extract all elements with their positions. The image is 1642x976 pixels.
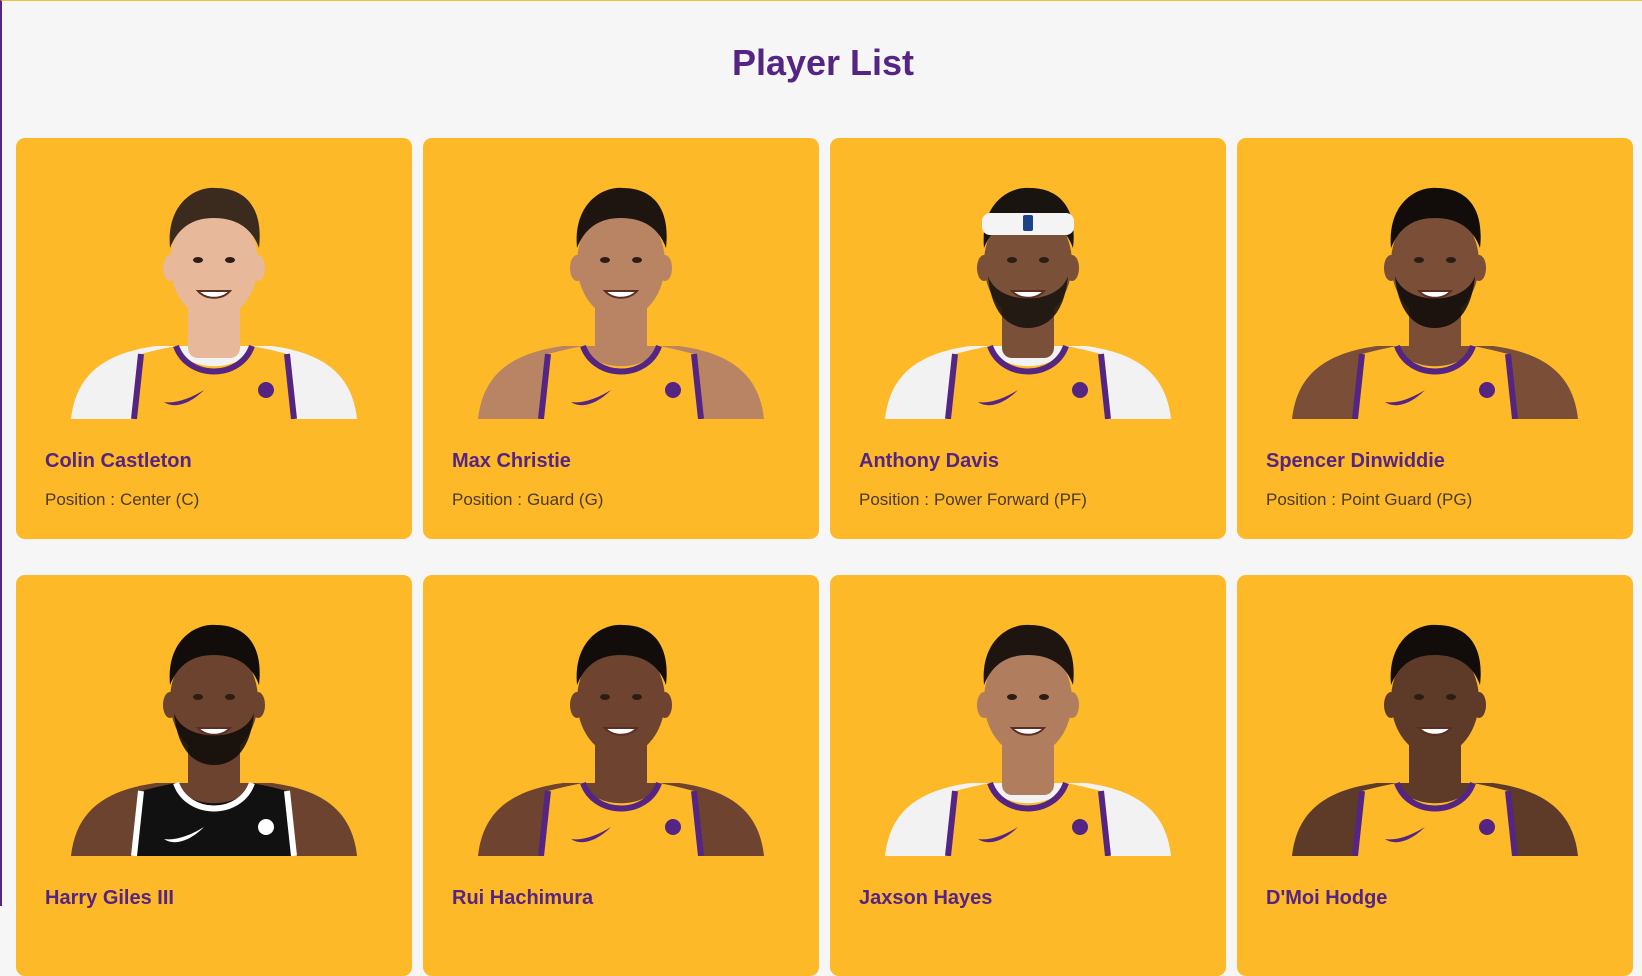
page: Player List Colin Castleton Position : Cen… [0, 0, 1642, 976]
player-name: D'Moi Hodge [1266, 887, 1388, 909]
player-grid: Colin Castleton Position : Center (C) Max C… [16, 138, 1634, 976]
position-value: Center (C) [119, 490, 200, 509]
player-card[interactable]: Colin Castleton Position : Center (C) [16, 138, 412, 539]
player-card[interactable]: Harry Giles III [16, 575, 412, 976]
player-position: Position : Power Forward (PF) [859, 490, 1087, 510]
player-name: Colin Castleton [45, 450, 192, 472]
player-photo [478, 624, 764, 856]
player-photo [885, 624, 1171, 856]
player-name: Jaxson Hayes [859, 887, 993, 909]
player-name: Spencer Dinwiddie [1266, 450, 1445, 472]
player-card[interactable]: Max Christie Position : Guard (G) [423, 138, 819, 539]
page-title: Player List [731, 42, 915, 83]
position-label: Position : [859, 490, 929, 509]
player-photo [71, 187, 357, 419]
player-photo [1292, 624, 1578, 856]
player-name: Max Christie [452, 450, 571, 472]
player-photo [1292, 187, 1578, 419]
player-name: Anthony Davis [859, 450, 1000, 472]
player-name: Rui Hachimura [452, 887, 594, 909]
position-value: Point Guard (PG) [1340, 490, 1473, 509]
player-card[interactable]: D'Moi Hodge [1237, 575, 1633, 976]
player-position: Position : Center (C) [45, 490, 199, 510]
position-label: Position : [1266, 490, 1336, 509]
player-position: Position : Guard (G) [452, 490, 603, 510]
player-photo [478, 187, 764, 419]
player-name: Harry Giles III [45, 887, 174, 909]
player-position: Position : Point Guard (PG) [1266, 490, 1472, 510]
player-card[interactable]: Jaxson Hayes [830, 575, 1226, 976]
position-value: Guard (G) [526, 490, 604, 509]
position-label: Position : [452, 490, 522, 509]
player-photo [71, 624, 357, 856]
position-label: Position : [45, 490, 115, 509]
player-card[interactable]: Anthony Davis Position : Power Forward (PF… [830, 138, 1226, 539]
position-value: Power Forward (PF) [933, 490, 1087, 509]
player-photo [885, 187, 1171, 419]
player-card[interactable]: Spencer Dinwiddie Position : Point Guard (… [1237, 138, 1633, 539]
player-card[interactable]: Rui Hachimura [423, 575, 819, 976]
